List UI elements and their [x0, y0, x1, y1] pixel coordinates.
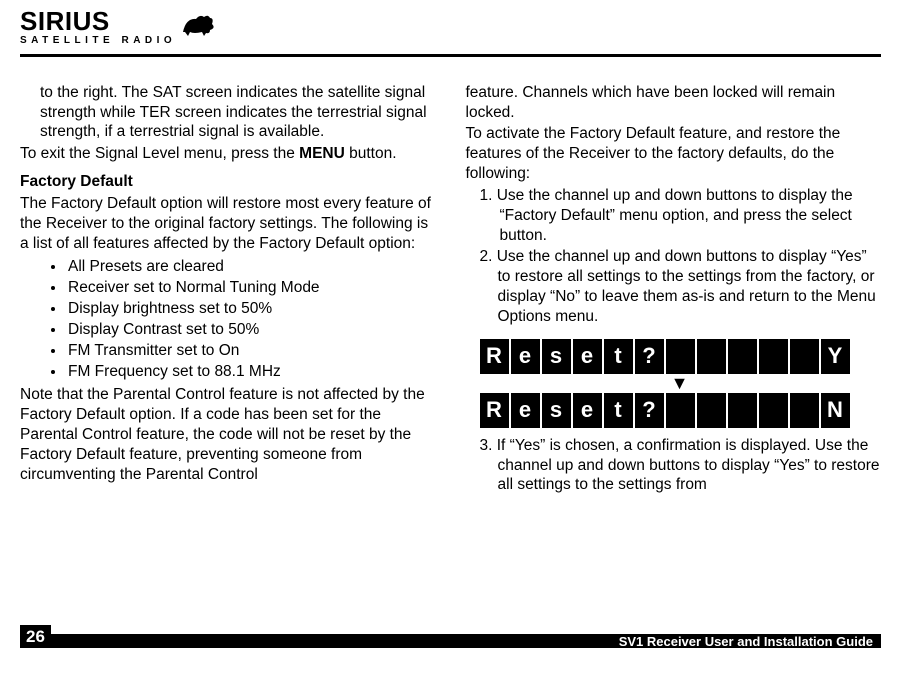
left-p2-menu: MENU [299, 145, 345, 162]
left-p4: Note that the Parental Control feature i… [20, 385, 436, 484]
lcd-row-2: R e s e t ? N [480, 393, 882, 428]
step-1: 1. Use the channel up and down buttons t… [466, 186, 882, 245]
header: SIRIUS SATELLITE RADIO [20, 8, 881, 52]
lcd-cell [759, 393, 788, 428]
list-item: FM Frequency set to 88.1 MHz [66, 362, 436, 382]
content-columns: to the right. The SAT screen indicates t… [20, 83, 881, 497]
lcd-row-1: R e s e t ? Y [480, 339, 882, 374]
lcd-cell [697, 339, 726, 374]
brand-tagline: SATELLITE RADIO [20, 35, 176, 48]
right-p2: To activate the Factory Default feature,… [466, 124, 882, 183]
left-p1: to the right. The SAT screen indicates t… [20, 83, 436, 142]
footer-bar: 26 SV1 Receiver User and Installation Gu… [20, 634, 881, 648]
lcd-cell: ? [635, 393, 664, 428]
lcd-cell [697, 393, 726, 428]
lcd-cell: ? [635, 339, 664, 374]
lcd-cell: N [821, 393, 850, 428]
lcd-cell [790, 339, 819, 374]
lcd-cell: e [511, 339, 540, 374]
brand-block: SIRIUS SATELLITE RADIO [20, 8, 176, 48]
list-item: All Presets are cleared [66, 257, 436, 277]
header-rule [20, 54, 881, 57]
lcd-cell: R [480, 393, 509, 428]
lcd-cell [790, 393, 819, 428]
lcd-cell [666, 339, 695, 374]
lcd-cell: R [480, 339, 509, 374]
right-column: feature. Channels which have been locked… [466, 83, 882, 497]
dog-icon [180, 12, 220, 38]
page-number: 26 [20, 625, 51, 648]
lcd-cell: t [604, 393, 633, 428]
lcd-cell: s [542, 339, 571, 374]
lcd-cell: e [573, 393, 602, 428]
lcd-cell [759, 339, 788, 374]
left-p3: The Factory Default option will restore … [20, 194, 436, 253]
list-item: Display Contrast set to 50% [66, 320, 436, 340]
step-2: 2. Use the channel up and down buttons t… [466, 247, 882, 326]
lcd-cell: s [542, 393, 571, 428]
lcd-cell [666, 393, 695, 428]
footer-title: SV1 Receiver User and Installation Guide [619, 635, 875, 651]
list-item: Display brightness set to 50% [66, 299, 436, 319]
lcd-cell [728, 393, 757, 428]
list-item: Receiver set to Normal Tuning Mode [66, 278, 436, 298]
lcd-cell: Y [821, 339, 850, 374]
page: SIRIUS SATELLITE RADIO to the right. The… [0, 0, 901, 676]
down-arrow-icon: ▼ [670, 377, 690, 389]
list-item: FM Transmitter set to On [66, 341, 436, 361]
factory-default-heading: Factory Default [20, 172, 436, 192]
lcd-cell: e [573, 339, 602, 374]
left-p2: To exit the Signal Level menu, press the… [20, 144, 436, 164]
lcd-display: R e s e t ? Y ▼ R e s [480, 339, 882, 428]
feature-bullets: All Presets are cleared Receiver set to … [20, 257, 436, 381]
lcd-cell [728, 339, 757, 374]
left-p2a: To exit the Signal Level menu, press the [20, 145, 299, 162]
lcd-cell: t [604, 339, 633, 374]
brand-name: SIRIUS [20, 8, 176, 34]
lcd-cell: e [511, 393, 540, 428]
step-3: 3. If “Yes” is chosen, a confirmation is… [466, 436, 882, 495]
right-p1: feature. Channels which have been locked… [466, 83, 882, 123]
left-column: to the right. The SAT screen indicates t… [20, 83, 436, 497]
left-p2c: button. [345, 145, 397, 162]
